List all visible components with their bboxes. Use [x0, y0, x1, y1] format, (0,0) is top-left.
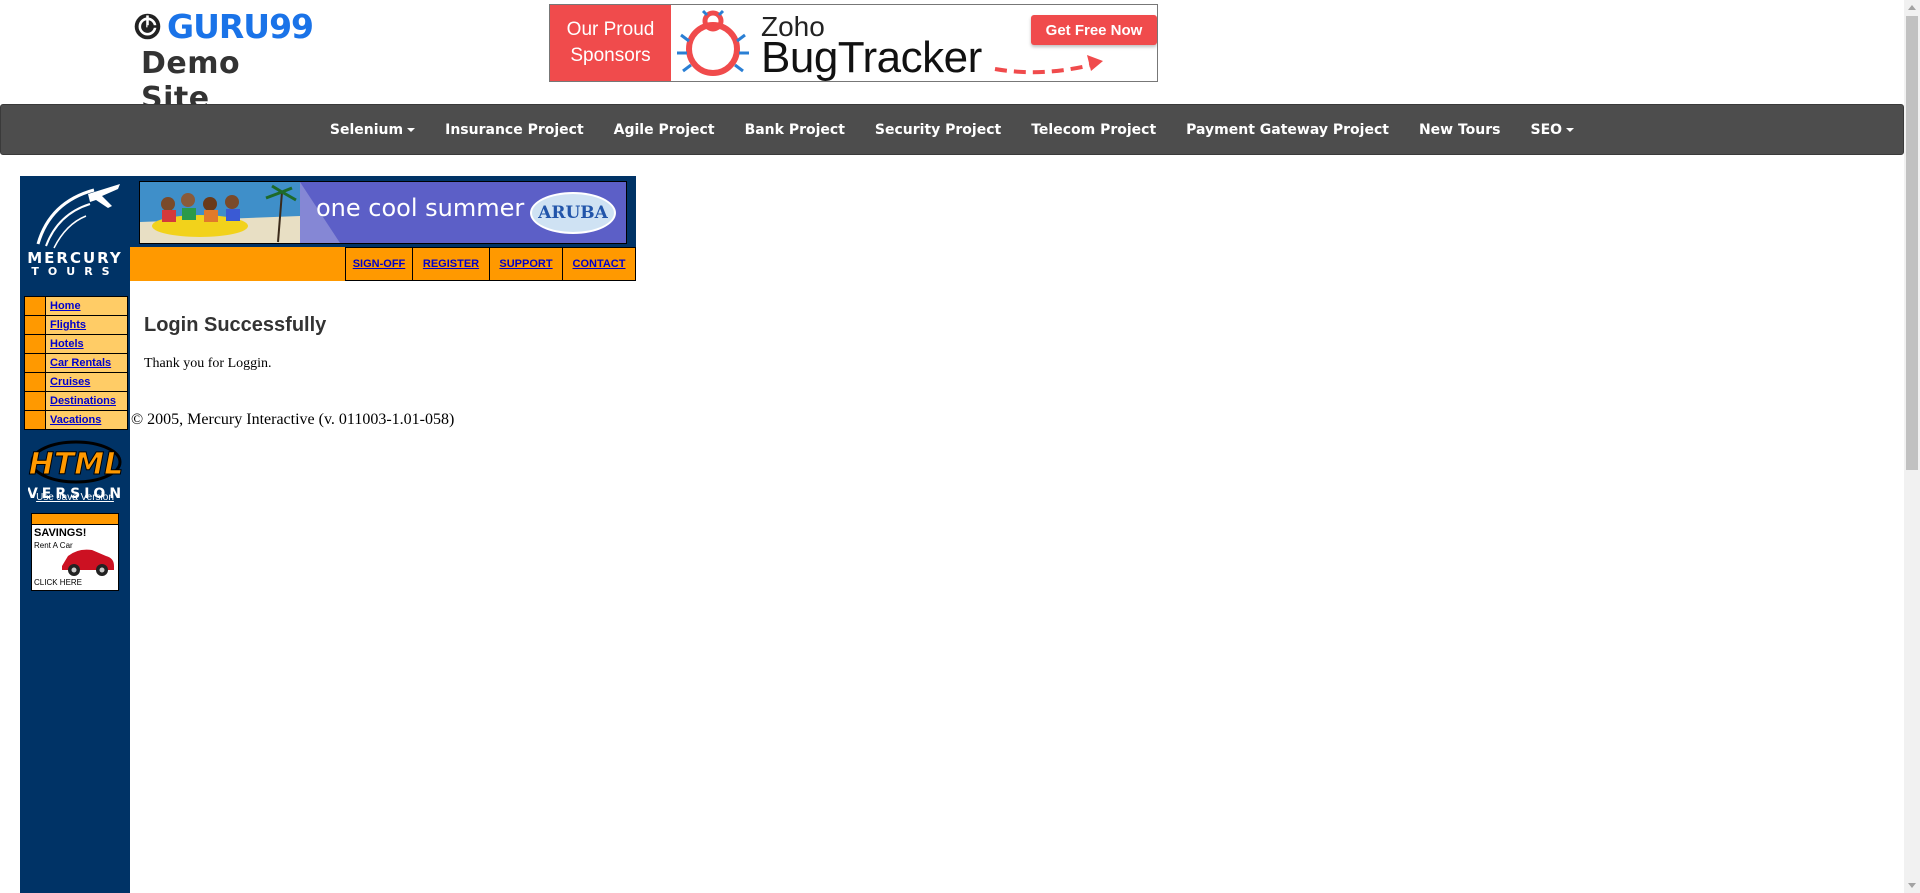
nav-item-seo[interactable]: SEO [1516, 122, 1590, 138]
menu-bullet [25, 316, 46, 334]
login-success-heading: Login Successfully [144, 314, 327, 336]
mercury-top-links: SIGN-OFF REGISTER SUPPORT CONTACT [345, 247, 636, 281]
side-menu-item-flights[interactable]: Flights [25, 316, 127, 335]
ad-click-here: CLICK HERE [34, 578, 83, 587]
sponsor-product: BugTracker [761, 33, 982, 82]
side-menu-item-home[interactable]: Home [25, 297, 127, 316]
side-menu-item-cruises[interactable]: Cruises [25, 373, 127, 392]
get-free-now-button[interactable]: Get Free Now [1031, 15, 1157, 45]
one-cool-summer-banner[interactable]: one cool summer ARUBA [139, 181, 627, 244]
scroll-down-arrow-icon[interactable] [1908, 883, 1916, 888]
sponsor-ad[interactable]: Zoho BugTracker Get Free Now [671, 5, 1157, 81]
dashed-arrow-icon [994, 55, 1103, 75]
side-menu-item-hotels[interactable]: Hotels [25, 335, 127, 354]
contact-link[interactable]: CONTACT [562, 247, 636, 281]
ad-top-bar [32, 514, 118, 525]
vertical-scrollbar[interactable] [1904, 0, 1920, 893]
mercury-top-bar: SIGN-OFF REGISTER SUPPORT CONTACT [130, 247, 636, 281]
mercury-copyright: © 2005, Mercury Interactive (v. 011003-1… [131, 411, 455, 428]
scroll-up-arrow-icon[interactable] [1908, 5, 1916, 10]
guru99-logo[interactable]: GURU99 Demo Site [133, 6, 314, 116]
menu-bullet [25, 392, 46, 410]
nav-item-insurance-project[interactable]: Insurance Project [430, 122, 599, 138]
support-link[interactable]: SUPPORT [489, 247, 562, 281]
logo-brand-text: GURU99 [166, 6, 314, 46]
side-menu-item-car-rentals[interactable]: Car Rentals [25, 354, 127, 373]
side-menu-item-destinations[interactable]: Destinations [25, 392, 127, 411]
nav-item-security-project[interactable]: Security Project [860, 122, 1016, 138]
rent-a-car-ad[interactable]: SAVINGS! Rent A Car CLICK HERE [31, 513, 119, 591]
sign-off-link[interactable]: SIGN-OFF [345, 247, 412, 281]
side-menu-link[interactable]: Destinations [46, 392, 116, 410]
nav-item-new-tours[interactable]: New Tours [1404, 122, 1516, 138]
mercury-sidebar: MERCURY TOURS Home Flights Hotels Car Re… [20, 176, 130, 893]
guru99-logo-icon [134, 13, 161, 39]
mercury-wordmark-line2: TOURS [31, 265, 119, 278]
nav-item-agile-project[interactable]: Agile Project [599, 122, 730, 138]
banner-text: one cool summer [316, 194, 525, 222]
caret-down-icon [407, 127, 416, 132]
mercury-side-menu: Home Flights Hotels Car Rentals Cruises … [24, 296, 128, 430]
login-thanks-message: Thank you for Loggin. [144, 356, 272, 371]
mercury-wordmark: MERCURY TOURS [25, 249, 125, 278]
side-menu-item-vacations[interactable]: Vacations [25, 411, 127, 429]
side-menu-link[interactable]: Vacations [46, 411, 101, 429]
menu-bullet [25, 373, 46, 391]
use-java-version-link[interactable]: Use Java Version [20, 492, 130, 503]
sponsor-banner[interactable]: Our Proud Sponsors Zoho BugTracker Get F… [549, 4, 1158, 82]
nav-item-telecom-project[interactable]: Telecom Project [1016, 122, 1171, 138]
side-menu-link[interactable]: Flights [46, 316, 86, 334]
nav-item-bank-project[interactable]: Bank Project [730, 122, 860, 138]
sponsor-label-line2: Sponsors [570, 45, 651, 66]
side-menu-link[interactable]: Car Rentals [46, 354, 111, 372]
html-version-line1: HTML [29, 447, 122, 482]
sponsor-label-line1: Our Proud [566, 19, 655, 40]
aruba-badge: ARUBA [530, 192, 616, 234]
caret-down-icon [1566, 127, 1575, 132]
bug-icon [677, 9, 749, 76]
main-navbar: Selenium Insurance Project Agile Project… [0, 104, 1904, 155]
ad-title: SAVINGS! [34, 527, 87, 539]
menu-bullet [25, 411, 46, 429]
nav-items: Selenium Insurance Project Agile Project… [1, 105, 1903, 154]
nav-item-selenium[interactable]: Selenium [315, 122, 430, 138]
nav-item-label: SEO [1530, 121, 1563, 138]
side-menu-link[interactable]: Home [46, 297, 81, 315]
scrollbar-thumb[interactable] [1906, 16, 1918, 470]
side-menu-link[interactable]: Cruises [46, 373, 90, 391]
menu-bullet [25, 297, 46, 315]
menu-bullet [25, 354, 46, 372]
car-icon [62, 549, 114, 576]
sponsor-label: Our Proud Sponsors [550, 5, 671, 81]
side-menu-link[interactable]: Hotels [46, 335, 84, 353]
nav-item-payment-gateway-project[interactable]: Payment Gateway Project [1171, 122, 1404, 138]
menu-bullet [25, 335, 46, 353]
register-link[interactable]: REGISTER [412, 247, 489, 281]
nav-item-label: Selenium [329, 121, 404, 138]
